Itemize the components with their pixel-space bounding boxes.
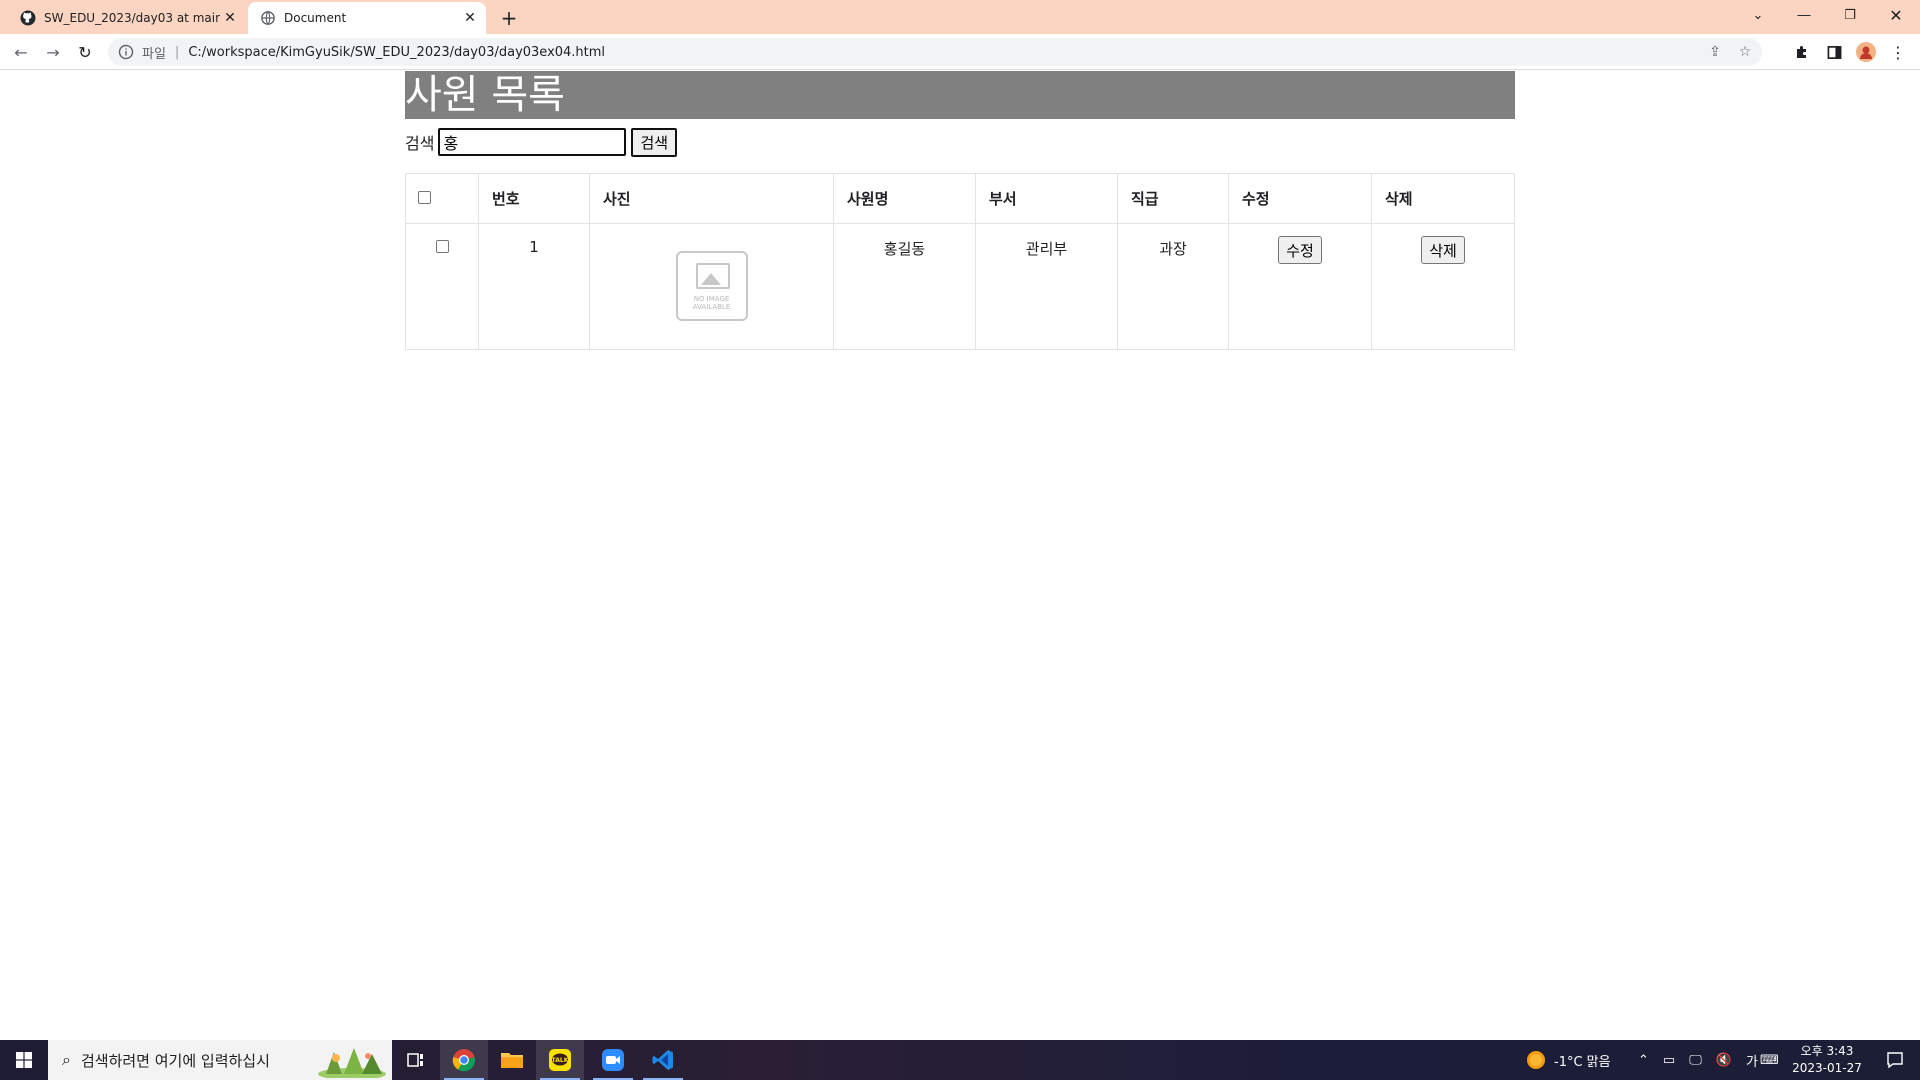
page-title: 사원 목록 <box>405 71 1515 119</box>
kakaotalk-icon[interactable]: TALK <box>536 1040 584 1080</box>
new-tab-button[interactable]: + <box>496 5 522 31</box>
url-text: C:/workspace/KimGyuSik/SW_EDU_2023/day03… <box>188 44 606 60</box>
taskbar-clock[interactable]: 오후 3:43 2023-01-27 <box>1782 1043 1872 1077</box>
select-all-header <box>405 173 479 224</box>
restore-icon[interactable]: ❐ <box>1832 0 1868 30</box>
windows-taskbar: ⌕ 검색하려면 여기에 입력하십시 TALK -1°C 맑음 ⌃ ▭ 🖵 🔇 가… <box>0 1040 1920 1080</box>
bookmark-star-icon[interactable]: ☆ <box>1732 38 1758 66</box>
search-highlight-illustration <box>318 1048 386 1078</box>
search-input[interactable] <box>438 128 627 156</box>
info-icon[interactable] <box>118 44 134 60</box>
share-icon[interactable]: ⇪ <box>1702 38 1728 66</box>
keyboard-layout-icon[interactable]: ⌨ <box>1760 1040 1779 1080</box>
tab-document[interactable]: Document ✕ <box>248 2 486 34</box>
reload-icon[interactable]: ↻ <box>71 38 99 66</box>
page-container: 사원 목록 검색 검색 번호 사진 사원명 부서 직급 수정 삭제 <box>405 71 1515 350</box>
row-delete-cell: 삭제 <box>1371 223 1515 350</box>
row-name: 홍길동 <box>833 223 976 350</box>
row-select-cell <box>405 223 479 350</box>
svg-text:TALK: TALK <box>552 1057 569 1064</box>
side-panel-icon[interactable] <box>1820 38 1848 66</box>
row-position: 과장 <box>1117 223 1229 350</box>
show-hidden-icons-chevron-icon[interactable]: ⌃ <box>1638 1053 1649 1068</box>
task-view-icon[interactable] <box>392 1040 440 1080</box>
no-image-placeholder: NO IMAGE AVAILABLE <box>675 251 748 321</box>
weather-widget[interactable]: -1°C 맑음 <box>1526 1040 1611 1080</box>
header-edit: 수정 <box>1228 173 1372 224</box>
header-photo: 사진 <box>589 173 834 224</box>
tab-close-icon[interactable]: ✕ <box>460 8 480 28</box>
back-arrow-icon[interactable]: ← <box>7 38 35 66</box>
search-button[interactable]: 검색 <box>631 127 678 157</box>
tab-close-icon[interactable]: ✕ <box>220 8 240 28</box>
edit-button[interactable]: 수정 <box>1278 236 1322 264</box>
tab-title: Document <box>284 11 347 25</box>
windows-start-icon[interactable] <box>0 1040 48 1080</box>
table-row: 1 NO IMAGE AVAILABLE 홍길동 관리부 과장 수정 삭제 <box>405 223 1515 350</box>
vscode-icon[interactable] <box>639 1040 687 1080</box>
minimize-icon[interactable]: ― <box>1786 0 1822 30</box>
select-all-checkbox[interactable] <box>418 190 431 204</box>
notification-center-icon[interactable] <box>1878 1040 1912 1080</box>
browser-tab-strip: SW_EDU_2023/day03 at main · ✕ Document ✕… <box>0 0 1920 34</box>
table-header-row: 번호 사진 사원명 부서 직급 수정 삭제 <box>405 173 1515 224</box>
profile-avatar[interactable] <box>1852 38 1880 66</box>
header-name: 사원명 <box>833 173 976 224</box>
meet-now-icon[interactable]: ▭ <box>1663 1053 1675 1068</box>
row-checkbox[interactable] <box>435 240 449 253</box>
ime-indicator[interactable]: 가 <box>1746 1051 1758 1070</box>
search-icon: ⌕ <box>62 1050 71 1069</box>
menu-kebab-icon[interactable]: ⋮ <box>1884 38 1912 66</box>
sun-icon <box>1527 1051 1545 1069</box>
file-explorer-icon[interactable] <box>488 1040 536 1080</box>
network-icon[interactable]: 🖵 <box>1689 1053 1702 1068</box>
row-edit-cell: 수정 <box>1228 223 1372 350</box>
search-label: 검색 <box>405 134 435 153</box>
header-position: 직급 <box>1117 173 1229 224</box>
no-image-text: NO IMAGE AVAILABLE <box>692 295 731 311</box>
extensions-puzzle-icon[interactable] <box>1788 38 1816 66</box>
tab-title: SW_EDU_2023/day03 at main · <box>44 11 220 25</box>
delete-button[interactable]: 삭제 <box>1421 236 1465 264</box>
clock-time: 오후 3:43 <box>1800 1044 1854 1058</box>
row-photo-cell: NO IMAGE AVAILABLE <box>589 223 834 350</box>
row-number: 1 <box>478 223 590 350</box>
browser-toolbar: ← → ↻ 파일 | C:/workspace/KimGyuSik/SW_EDU… <box>0 34 1920 70</box>
header-number: 번호 <box>478 173 590 224</box>
zoom-icon[interactable] <box>589 1040 637 1080</box>
address-separator: | <box>174 44 180 60</box>
address-bar[interactable]: 파일 | C:/workspace/KimGyuSik/SW_EDU_2023/… <box>108 38 1762 66</box>
weather-text: -1°C 맑음 <box>1554 1054 1611 1070</box>
globe-icon <box>260 10 276 26</box>
system-tray: ⌃ ▭ 🖵 🔇 가 <box>1638 1040 1758 1080</box>
forward-arrow-icon[interactable]: → <box>39 38 67 66</box>
tab-github[interactable]: SW_EDU_2023/day03 at main · ✕ <box>8 2 246 34</box>
employee-table: 번호 사진 사원명 부서 직급 수정 삭제 1 NO IMAGE AVAILAB… <box>405 173 1515 350</box>
volume-muted-icon[interactable]: 🔇 <box>1716 1053 1732 1068</box>
github-icon <box>20 10 36 26</box>
close-window-icon[interactable]: ✕ <box>1878 0 1914 30</box>
page-viewport: 사원 목록 검색 검색 번호 사진 사원명 부서 직급 수정 삭제 <box>0 71 1920 1040</box>
taskbar-search-placeholder: 검색하려면 여기에 입력하십시 <box>80 1051 270 1070</box>
image-icon <box>695 263 730 289</box>
chrome-taskbar-icon[interactable] <box>440 1040 488 1080</box>
taskbar-search-box[interactable]: ⌕ 검색하려면 여기에 입력하십시 <box>48 1040 392 1080</box>
scheme-label: 파일 <box>142 46 166 62</box>
row-department: 관리부 <box>975 223 1118 350</box>
header-department: 부서 <box>975 173 1118 224</box>
search-bar: 검색 검색 <box>405 127 1515 157</box>
header-delete: 삭제 <box>1371 173 1515 224</box>
clock-date: 2023-01-27 <box>1792 1061 1862 1075</box>
tab-search-chevron-icon[interactable]: ⌄ <box>1740 0 1776 30</box>
